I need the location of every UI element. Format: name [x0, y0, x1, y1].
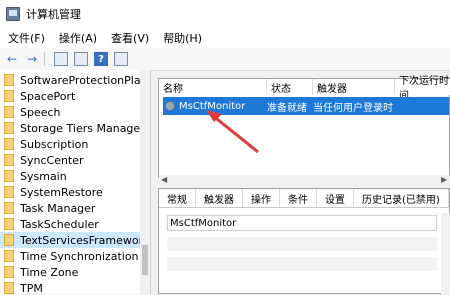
- tree-item-label: Task Manager: [20, 201, 96, 215]
- task-row-selected[interactable]: MsCtfMonitor 准备就绪 当任何用户登录时: [163, 97, 449, 115]
- folder-icon: [4, 186, 14, 198]
- tree-item[interactable]: Subscription: [0, 136, 150, 152]
- folder-up-icon: [54, 52, 68, 66]
- show-hide-tree-button[interactable]: [73, 51, 89, 67]
- tree-item-label: Time Synchronization: [20, 249, 139, 263]
- back-button[interactable]: ←: [4, 51, 20, 67]
- tree-scrollbar[interactable]: [140, 70, 150, 294]
- task-name-field[interactable]: MsCtfMonitor: [167, 215, 437, 231]
- folder-icon: [4, 138, 14, 150]
- folder-icon: [4, 250, 14, 262]
- tree-item-label: TPM: [20, 281, 43, 295]
- folder-icon: [4, 266, 14, 278]
- scroll-left-icon[interactable]: ◀: [161, 175, 167, 184]
- tree-item-label: TextServicesFramework: [20, 233, 150, 247]
- blank-field: [167, 237, 437, 251]
- task-detail-pane: 名称 状态 触发器 下次运行时间 MsCtfMonitor 准备就绪 当任何用户…: [158, 70, 450, 295]
- task-status: 准备就绪: [267, 102, 307, 114]
- list-horizontal-scrollbar[interactable]: ◀ ▶: [159, 175, 450, 185]
- task-trigger: 当任何用户登录时: [313, 102, 393, 114]
- column-header-name[interactable]: 名称: [159, 79, 267, 95]
- blank-field: [167, 257, 437, 271]
- tree-item[interactable]: Time Zone: [0, 264, 150, 280]
- tab-actions[interactable]: 操作: [243, 189, 280, 207]
- help-icon: ?: [94, 52, 108, 66]
- folder-icon: [4, 106, 14, 118]
- properties-scrollbar[interactable]: [441, 213, 450, 295]
- tree-item[interactable]: SpacePort: [0, 88, 150, 104]
- tab-triggers[interactable]: 触发器: [196, 189, 243, 207]
- task-name: MsCtfMonitor: [179, 100, 246, 112]
- action-pane-button[interactable]: [113, 51, 129, 67]
- column-header-status[interactable]: 状态: [267, 79, 313, 95]
- tree-item[interactable]: Storage Tiers Management: [0, 120, 150, 136]
- tree-item[interactable]: TPM: [0, 280, 150, 294]
- column-header-trigger[interactable]: 触发器: [313, 79, 395, 95]
- toolbar-divider: [44, 52, 45, 66]
- tree-item-label: Sysmain: [20, 169, 67, 183]
- menu-view[interactable]: 查看(V): [103, 30, 155, 46]
- toolbar: ← → ?: [0, 48, 450, 71]
- tree-scrollbar-thumb[interactable]: [142, 245, 148, 275]
- scroll-right-icon[interactable]: ▶: [441, 175, 447, 184]
- tree-item-label: SpacePort: [20, 89, 76, 103]
- action-pane-icon: [114, 52, 128, 66]
- console-tree-icon: [74, 52, 88, 66]
- folder-icon: [4, 74, 14, 86]
- up-folder-button[interactable]: [53, 51, 69, 67]
- menu-bar: 文件(F) 操作(A) 查看(V) 帮助(H): [0, 28, 450, 48]
- folder-icon: [4, 218, 14, 230]
- folder-icon: [4, 90, 14, 102]
- tree-item[interactable]: TaskScheduler: [0, 216, 150, 232]
- tree-item-label: SyncCenter: [20, 153, 84, 167]
- tab-conditions[interactable]: 条件: [280, 189, 317, 207]
- folder-icon: [4, 154, 14, 166]
- folder-icon: [4, 122, 14, 134]
- tree-item[interactable]: Task Manager: [0, 200, 150, 216]
- help-button[interactable]: ?: [93, 51, 109, 67]
- tree-item[interactable]: SystemRestore: [0, 184, 150, 200]
- tree-item[interactable]: SoftwareProtectionPlatform: [0, 72, 150, 88]
- menu-action[interactable]: 操作(A): [51, 30, 103, 46]
- menu-file[interactable]: 文件(F): [0, 30, 51, 46]
- tree-item-label: Speech: [20, 105, 61, 119]
- tree-item-label: TaskScheduler: [20, 217, 99, 231]
- tree-item[interactable]: Sysmain: [0, 168, 150, 184]
- tab-general[interactable]: 常规: [159, 189, 196, 207]
- column-header-next-run[interactable]: 下次运行时间: [395, 76, 450, 102]
- window-title: 计算机管理: [26, 8, 81, 21]
- tree-item[interactable]: Time Synchronization: [0, 248, 150, 264]
- tab-settings[interactable]: 设置: [317, 189, 354, 207]
- tree-item[interactable]: SyncCenter: [0, 152, 150, 168]
- computer-management-icon: [6, 7, 20, 21]
- tab-history[interactable]: 历史记录(已禁用): [354, 189, 449, 207]
- tree-item-label: Time Zone: [20, 265, 79, 279]
- tree-item-label: Subscription: [20, 137, 89, 151]
- properties-tabs: 常规 触发器 操作 条件 设置 历史记录(已禁用): [159, 189, 450, 208]
- forward-button[interactable]: →: [24, 51, 40, 67]
- tree-item-label: Storage Tiers Management: [20, 121, 150, 135]
- tree-item[interactable]: Speech: [0, 104, 150, 120]
- task-scheduler-tree: SoftwareProtectionPlatform SpacePort Spe…: [0, 70, 151, 294]
- task-icon: [165, 101, 175, 111]
- tree-item-label: SystemRestore: [20, 185, 103, 199]
- folder-icon: [4, 234, 14, 246]
- title-bar: 计算机管理: [0, 0, 450, 28]
- folder-icon: [4, 170, 14, 182]
- folder-icon: [4, 202, 14, 214]
- folder-icon: [4, 282, 14, 294]
- menu-help[interactable]: 帮助(H): [155, 30, 208, 46]
- tree-item-label: SoftwareProtectionPlatform: [20, 73, 150, 87]
- task-properties: 常规 触发器 操作 条件 设置 历史记录(已禁用) MsCtfMonitor: [158, 188, 450, 295]
- tree-item-selected[interactable]: TextServicesFramework: [0, 232, 150, 248]
- task-list: 名称 状态 触发器 下次运行时间 MsCtfMonitor 准备就绪 当任何用户…: [158, 76, 450, 185]
